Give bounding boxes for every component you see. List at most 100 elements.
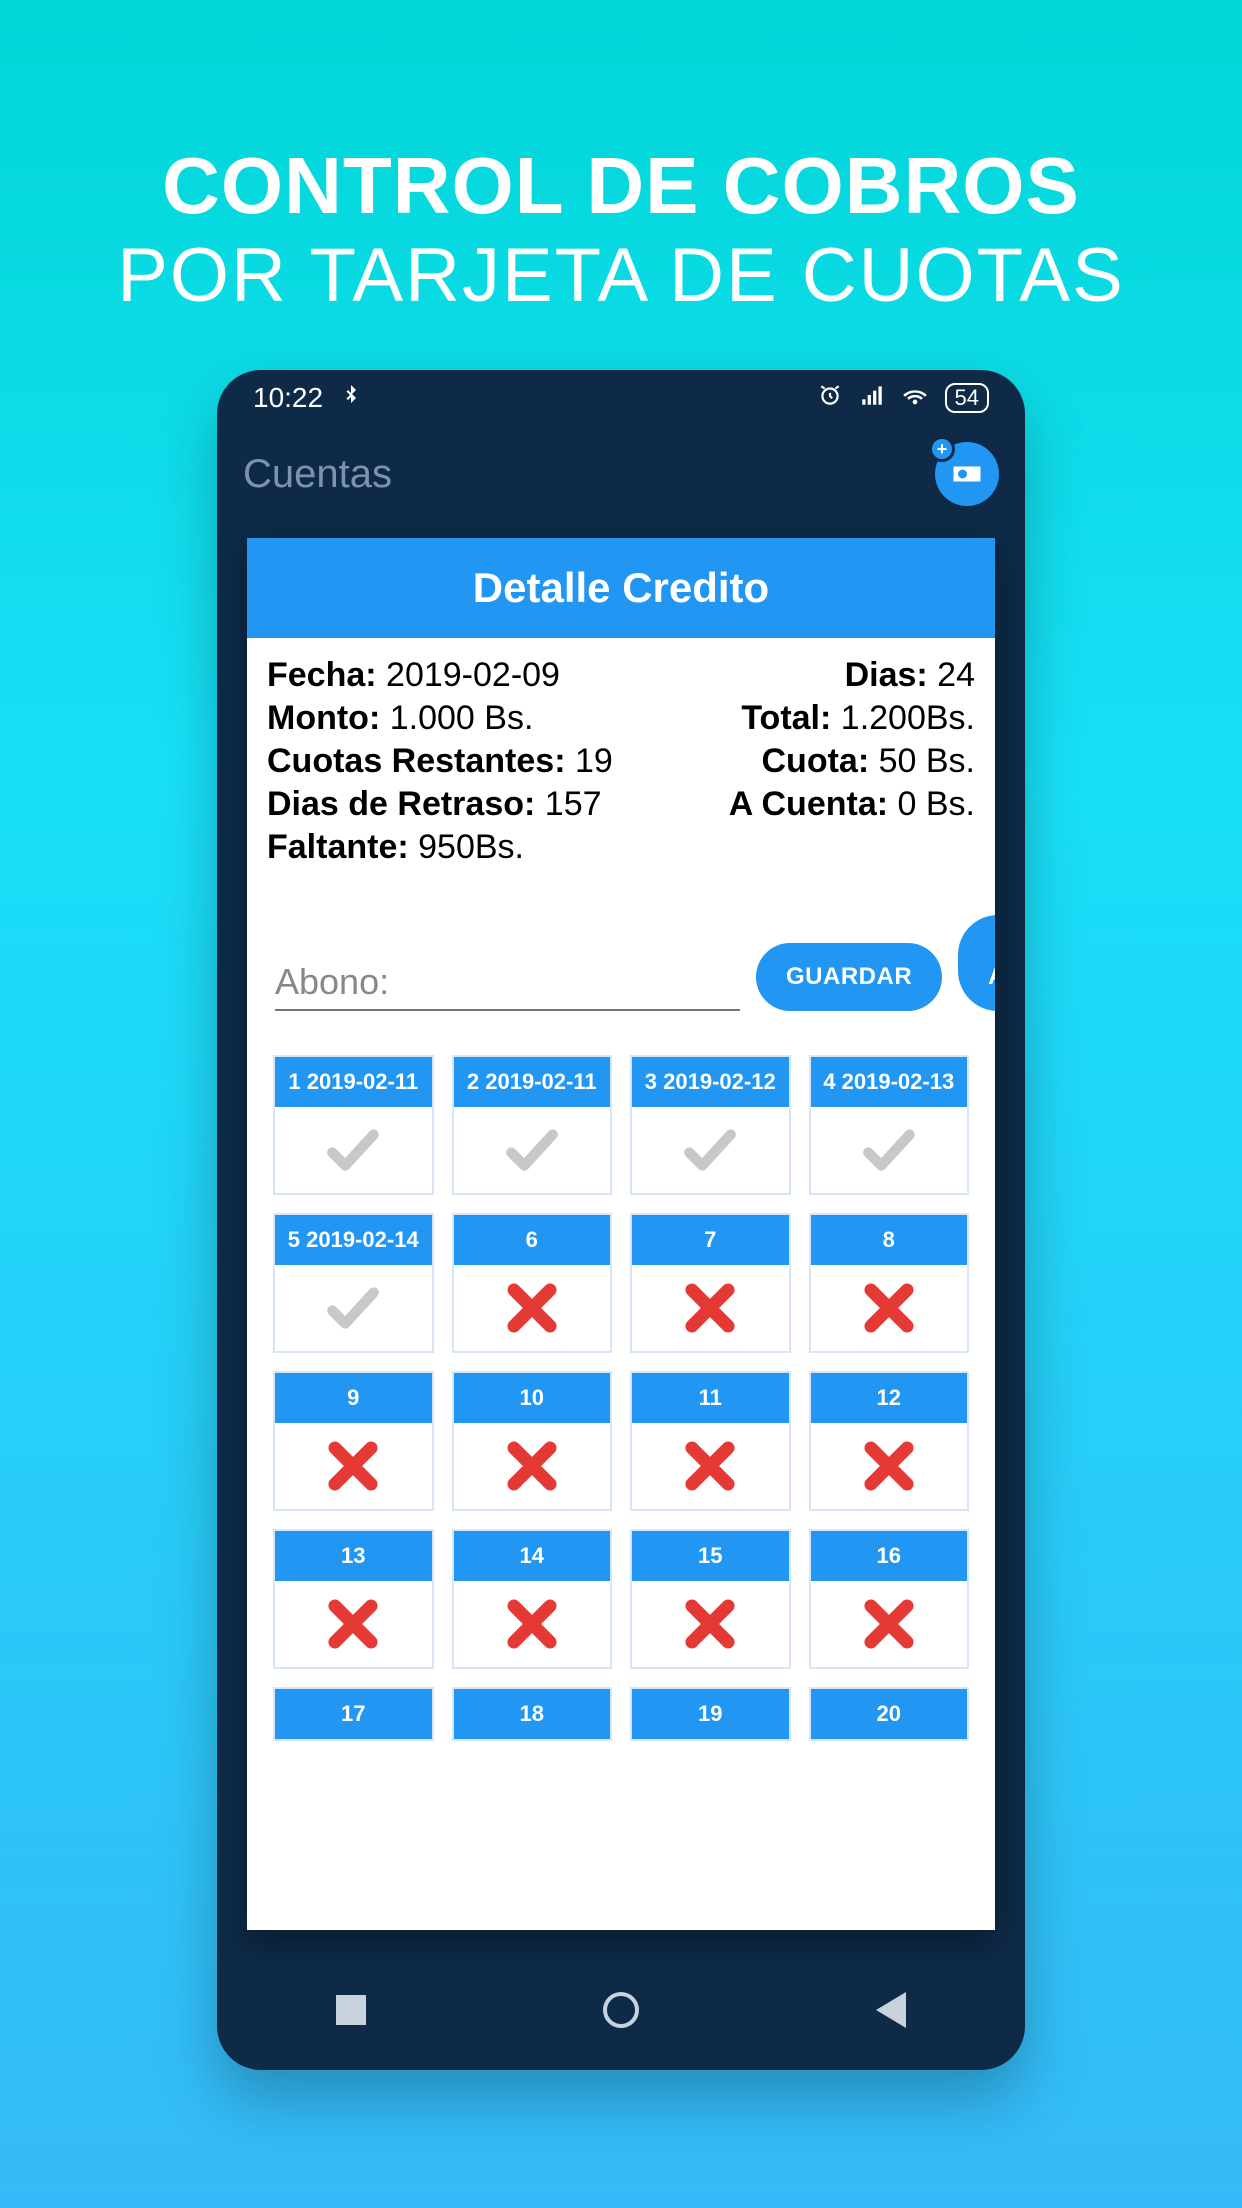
cuota-cell[interactable]: 3 2019-02-12 <box>630 1055 791 1195</box>
cuota-cell[interactable]: 12 <box>809 1371 970 1511</box>
cuota-cell[interactable]: 17 <box>273 1687 434 1741</box>
add-account-button[interactable]: + <box>935 442 999 506</box>
cuota-cell[interactable]: 11 <box>630 1371 791 1511</box>
nav-home-button[interactable] <box>603 1992 639 2028</box>
cuota-cell-body <box>632 1581 789 1667</box>
cuota-cell-header: 15 <box>632 1531 789 1581</box>
plus-badge-icon: + <box>929 436 955 462</box>
cuota-cell-header: 20 <box>811 1689 968 1739</box>
cuota-cell[interactable]: 16 <box>809 1529 970 1669</box>
cuota-cell[interactable]: 4 2019-02-13 <box>809 1055 970 1195</box>
guardar-button[interactable]: GUARDAR <box>756 943 942 1011</box>
cross-icon <box>679 1593 741 1655</box>
cuota-cell[interactable]: 10 <box>452 1371 613 1511</box>
cuotas-restantes-row: Cuotas Restantes: 19 <box>267 742 621 781</box>
check-icon <box>501 1119 563 1181</box>
nav-back-button[interactable] <box>876 1992 906 2028</box>
android-nav-bar <box>217 1950 1025 2070</box>
dialog-title: Detalle Credito <box>247 538 995 638</box>
cuota-cell[interactable]: 7 <box>630 1213 791 1353</box>
cuota-cell[interactable]: 14 <box>452 1529 613 1669</box>
cuota-cell[interactable]: 13 <box>273 1529 434 1669</box>
cross-icon <box>679 1277 741 1339</box>
total-row: Total: 1.200Bs. <box>621 699 975 738</box>
cuota-cell[interactable]: 18 <box>452 1687 613 1741</box>
cross-icon <box>858 1277 920 1339</box>
cuota-cell[interactable]: 6 <box>452 1213 613 1353</box>
cuota-cell-header: 10 <box>454 1373 611 1423</box>
cuota-cell-body <box>811 1581 968 1667</box>
phone-frame: 10:22 54 Cuentas + Detalle Credito <box>217 370 1025 2070</box>
cuota-cell-body <box>632 1107 789 1193</box>
check-icon <box>322 1119 384 1181</box>
cross-icon <box>322 1435 384 1497</box>
cuota-cell-header: 11 <box>632 1373 789 1423</box>
cuota-cell-body <box>632 1423 789 1509</box>
cross-icon <box>322 1593 384 1655</box>
cuota-cell-header: 17 <box>275 1689 432 1739</box>
check-icon <box>858 1119 920 1181</box>
cuota-cell-body <box>454 1107 611 1193</box>
check-icon <box>322 1277 384 1339</box>
cuota-cell-header: 7 <box>632 1215 789 1265</box>
cuota-cell-body <box>811 1265 968 1351</box>
credit-detail-dialog: Detalle Credito Fecha: 2019-02-09 Dias: … <box>247 538 995 1930</box>
battery-indicator: 54 <box>945 383 989 413</box>
cuota-cell[interactable]: 9 <box>273 1371 434 1511</box>
check-icon <box>679 1119 741 1181</box>
cuota-cell-header: 3 2019-02-12 <box>632 1057 789 1107</box>
cuota-cell[interactable]: 1 2019-02-11 <box>273 1055 434 1195</box>
promo-line2: POR TARJETA DE CUOTAS <box>0 232 1242 319</box>
cuota-cell-header: 9 <box>275 1373 432 1423</box>
cuota-cell[interactable]: 19 <box>630 1687 791 1741</box>
cuota-cell-header: 8 <box>811 1215 968 1265</box>
cuota-cell[interactable]: 20 <box>809 1687 970 1741</box>
dias-row: Dias: 24 <box>621 656 975 695</box>
cuota-cell-header: 12 <box>811 1373 968 1423</box>
cross-icon <box>858 1435 920 1497</box>
cuota-cell-body <box>811 1423 968 1509</box>
monto-row: Monto: 1.000 Bs. <box>267 699 621 738</box>
cuota-cell-header: 4 2019-02-13 <box>811 1057 968 1107</box>
cuota-cell-header: 16 <box>811 1531 968 1581</box>
cuota-cell-header: 13 <box>275 1531 432 1581</box>
status-bar: 10:22 54 <box>217 370 1025 426</box>
alarm-icon <box>817 382 843 415</box>
cuota-cell-header: 19 <box>632 1689 789 1739</box>
promo-line1: CONTROL DE COBROS <box>0 140 1242 232</box>
faltante-row: Faltante: 950Bs. <box>267 828 621 867</box>
cuota-cell-body <box>275 1107 432 1193</box>
cuota-cell-body <box>275 1423 432 1509</box>
promo-banner: CONTROL DE COBROS POR TARJETA DE CUOTAS <box>0 0 1242 319</box>
bluetooth-icon <box>339 382 363 414</box>
cuota-cell-body <box>454 1423 611 1509</box>
cuota-row: Cuota: 50 Bs. <box>621 742 975 781</box>
cuota-cell[interactable]: 15 <box>630 1529 791 1669</box>
cross-icon <box>501 1593 563 1655</box>
status-time: 10:22 <box>253 382 323 414</box>
cuota-cell-body <box>275 1265 432 1351</box>
money-icon <box>949 456 985 492</box>
ver-abonos-button[interactable]: VER ABONOS <box>958 915 995 1011</box>
cuota-cell-header: 6 <box>454 1215 611 1265</box>
cuota-cell-body <box>275 1581 432 1667</box>
cross-icon <box>501 1277 563 1339</box>
cross-icon <box>679 1435 741 1497</box>
dias-retraso-row: Dias de Retraso: 157 <box>267 785 621 824</box>
cuota-cell-header: 5 2019-02-14 <box>275 1215 432 1265</box>
nav-recent-button[interactable] <box>336 1995 366 2025</box>
cross-icon <box>501 1435 563 1497</box>
fecha-row: Fecha: 2019-02-09 <box>267 656 621 695</box>
credit-info: Fecha: 2019-02-09 Dias: 24 Monto: 1.000 … <box>267 656 975 867</box>
cuota-cell[interactable]: 2 2019-02-11 <box>452 1055 613 1195</box>
abono-input[interactable] <box>275 955 740 1011</box>
cuota-cell[interactable]: 5 2019-02-14 <box>273 1213 434 1353</box>
cuota-cell-body <box>632 1265 789 1351</box>
cuotas-grid: 1 2019-02-11 2 2019-02-11 3 2019-02-12 4 20… <box>267 1055 975 1741</box>
cuota-cell[interactable]: 8 <box>809 1213 970 1353</box>
app-header-title: Cuentas <box>243 452 392 497</box>
cuota-cell-header: 2 2019-02-11 <box>454 1057 611 1107</box>
cuota-cell-body <box>454 1581 611 1667</box>
cuota-cell-body <box>811 1107 968 1193</box>
cuota-cell-body <box>454 1265 611 1351</box>
